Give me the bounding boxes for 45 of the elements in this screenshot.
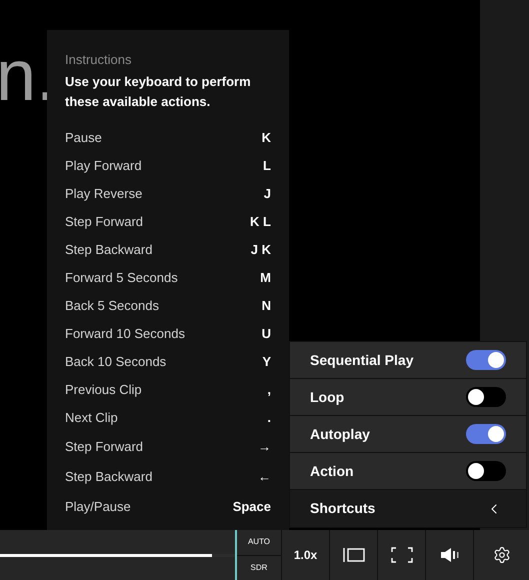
instructions-text: Use your keyboard to perform these available actions. xyxy=(65,72,252,110)
shortcut-action: Play Forward xyxy=(65,156,142,175)
shortcut-action: Play Reverse xyxy=(65,184,142,203)
shortcut-key: Space xyxy=(232,496,271,516)
shortcut-key: L xyxy=(263,156,271,176)
instructions-title: Instructions xyxy=(65,51,132,69)
shortcut-key: → xyxy=(258,436,271,456)
toggle-switch[interactable] xyxy=(466,387,506,407)
fullscreen-icon xyxy=(390,547,412,563)
shortcut-action: Back 10 Seconds xyxy=(65,352,166,371)
shortcut-action: Step Forward xyxy=(65,212,144,231)
toggle-switch[interactable] xyxy=(466,350,506,370)
shortcut-key: N xyxy=(262,296,271,316)
shortcut-action: Step Backward xyxy=(65,468,152,486)
video-caption: n. xyxy=(0,40,56,112)
shortcut-key: K L xyxy=(250,212,271,232)
shortcut-action: Next Clip xyxy=(65,408,118,427)
shortcut-key: Y xyxy=(262,352,271,372)
settings-icon xyxy=(492,546,510,564)
toggle-menu-item[interactable]: Action xyxy=(290,453,526,489)
shortcut-action: Step Backward xyxy=(65,240,152,259)
shortcut-key: . xyxy=(267,408,271,428)
shortcut-action: Forward 5 Seconds xyxy=(65,268,178,287)
shortcut-action: Pause xyxy=(65,128,102,147)
toggle-menu-item[interactable]: Autoplay xyxy=(290,416,526,452)
sidebar-layout-icon xyxy=(342,548,364,562)
toggle-switch[interactable] xyxy=(466,424,506,444)
shortcut-action: Play/Pause xyxy=(65,498,131,516)
shortcut-key: M xyxy=(260,268,271,288)
shortcut-key: J K xyxy=(250,240,271,260)
toggle-menu-item[interactable]: Loop xyxy=(290,379,526,415)
volume-icon xyxy=(440,547,460,563)
shortcuts-menu-item[interactable]: Shortcuts xyxy=(290,490,526,527)
shortcut-key: J xyxy=(264,184,271,204)
toggle-switch[interactable] xyxy=(466,461,506,481)
toggle-menu-item[interactable]: Sequential Play xyxy=(290,342,526,378)
shortcut-action: Previous Clip xyxy=(65,380,142,399)
quality-option[interactable]: SDR xyxy=(237,556,281,580)
shortcut-key: U xyxy=(262,324,271,344)
shortcut-action: Back 5 Seconds xyxy=(65,296,159,315)
shortcut-key: , xyxy=(267,380,271,400)
shortcut-key: K xyxy=(262,128,271,148)
shortcut-action: Forward 10 Seconds xyxy=(65,324,185,343)
shortcut-key: ← xyxy=(258,466,271,486)
shortcut-action: Step Forward xyxy=(65,438,144,456)
